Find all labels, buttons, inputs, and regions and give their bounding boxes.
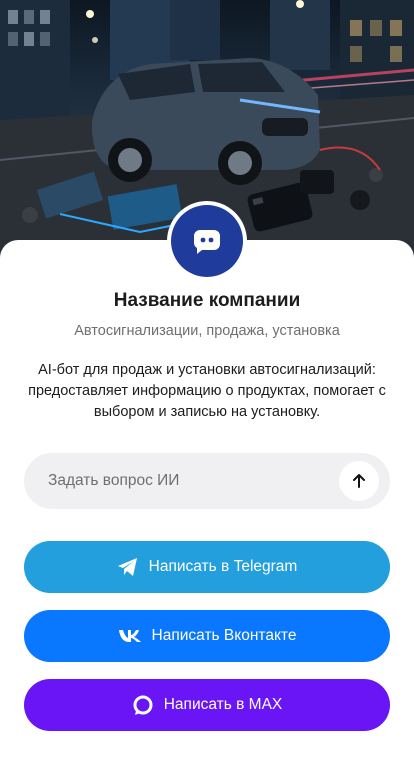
company-description: AI-бот для продаж и установки автосигнал… xyxy=(28,362,386,420)
ask-ai-box xyxy=(24,453,390,509)
company-name: Название компании xyxy=(113,290,301,311)
vk-button[interactable]: Написать Вконтакте xyxy=(24,610,390,662)
company-avatar xyxy=(167,201,247,281)
max-button[interactable]: Написать в MAX xyxy=(24,679,390,731)
telegram-icon xyxy=(117,557,139,577)
chat-bot-icon xyxy=(194,230,220,254)
ask-ai-input[interactable] xyxy=(48,453,328,509)
avatar-circle xyxy=(171,205,243,277)
arrow-up-icon xyxy=(353,474,365,488)
vk-button-label: Написать Вконтакте xyxy=(151,627,297,644)
telegram-button-label: Написать в Telegram xyxy=(148,558,298,575)
max-icon xyxy=(132,694,154,716)
telegram-button[interactable]: Написать в Telegram xyxy=(24,541,390,593)
send-button[interactable] xyxy=(339,461,379,501)
vk-icon xyxy=(118,629,142,643)
max-button-label: Написать в MAX xyxy=(163,696,283,713)
company-tagline: Автосигнализации, продажа, установка xyxy=(74,323,340,339)
